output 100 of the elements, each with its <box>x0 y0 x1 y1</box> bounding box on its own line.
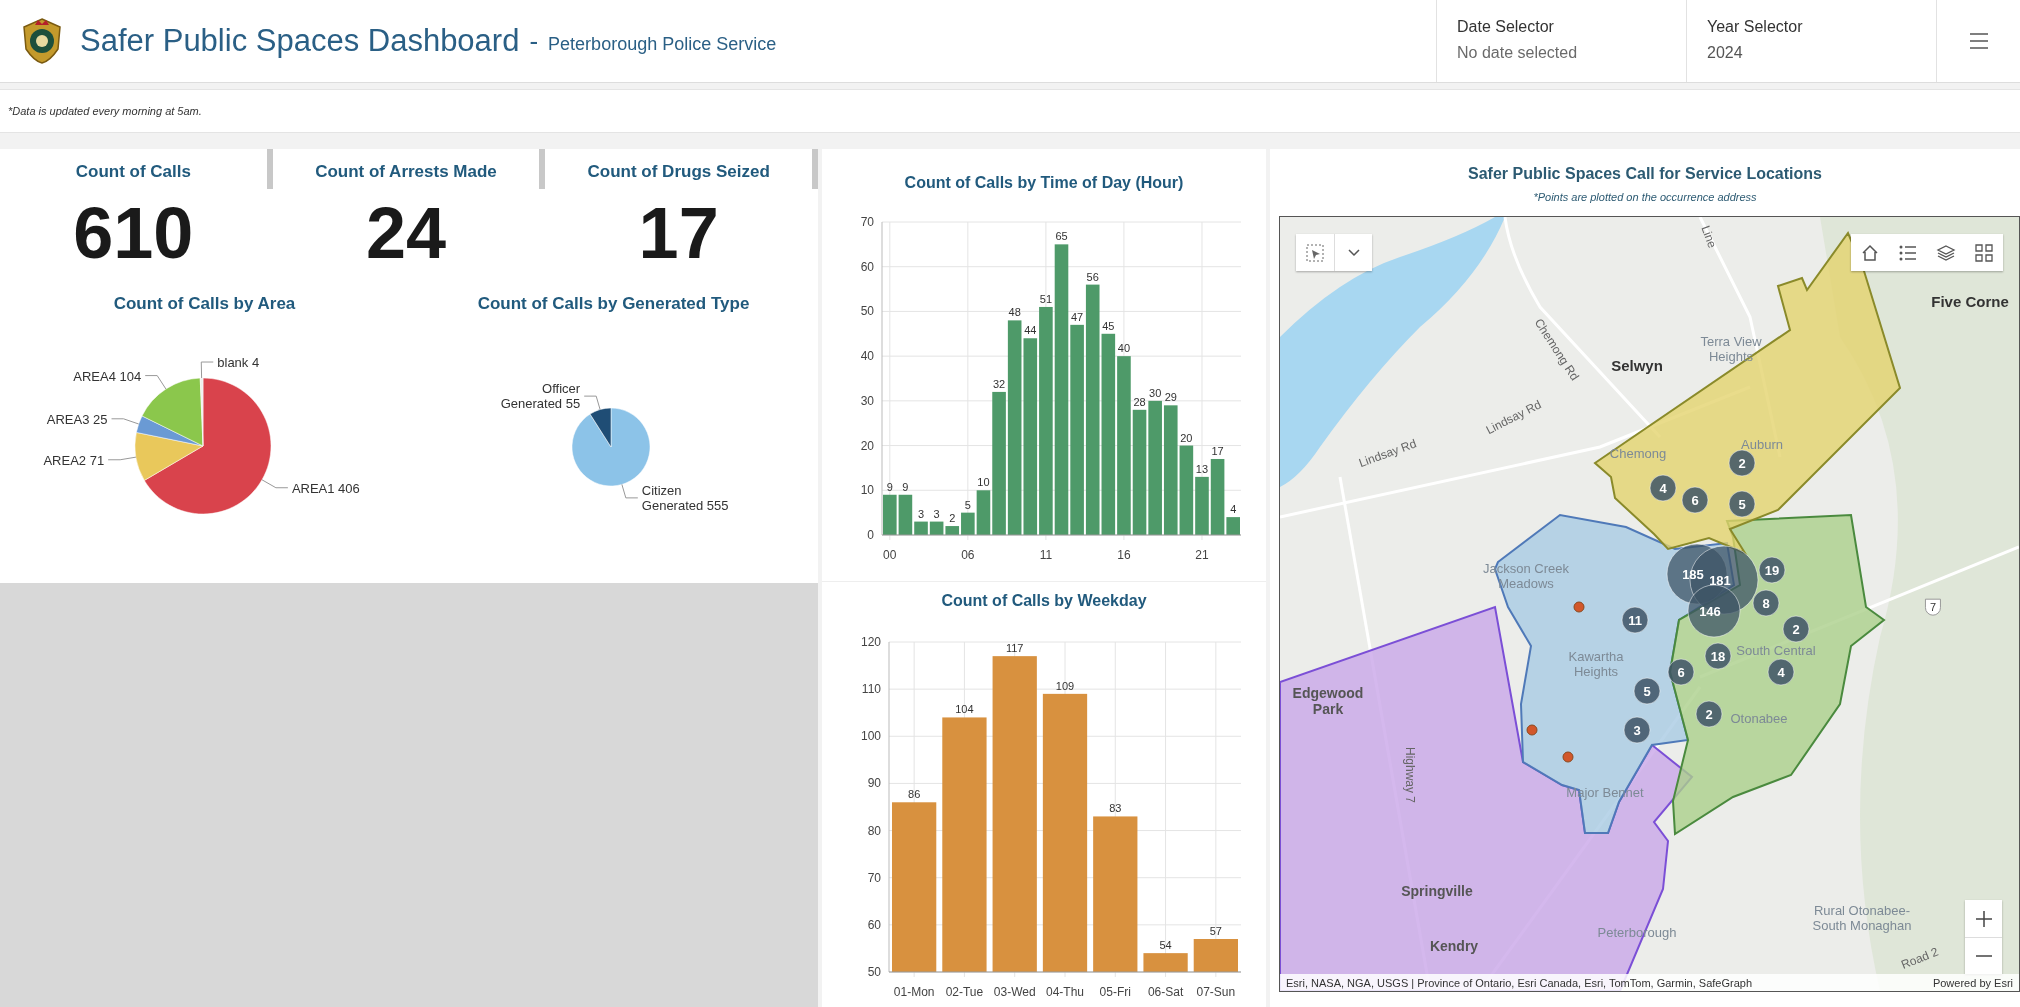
cluster-count: 5 <box>1738 497 1746 512</box>
axis-tick-label: 04-Thu <box>1046 985 1084 999</box>
bar-value-label: 109 <box>1055 679 1075 692</box>
bar-value-label: 29 <box>1164 391 1177 404</box>
slice-label: AREA4 104 <box>73 368 142 384</box>
cluster-marker <box>1695 700 1723 728</box>
bar-value-label: 28 <box>1133 395 1146 408</box>
leader-line <box>583 395 601 411</box>
cluster-marker <box>1681 486 1709 514</box>
axis-tick-label: 16 <box>1117 548 1131 562</box>
axis-tick-label: 06 <box>961 548 975 562</box>
cluster-count: 2 <box>1792 622 1800 637</box>
axis-tick-label: 70 <box>860 215 874 229</box>
axis-tick-label: 0 <box>867 528 874 542</box>
map-label: Terra View Heights <box>1699 335 1763 365</box>
map-attribution: Esri, NASA, NGA, USGS | Province of Ontario, Esri Canada, Esri, TomTom, Garmin, SafeGraph <box>1286 976 1753 989</box>
axis-tick-label: 110 <box>861 682 881 697</box>
slice-label: AREA1 406 <box>291 480 360 496</box>
map-subtitle: *Points are plotted on the occurrence address <box>1533 191 1757 203</box>
slice-label: Officer Generated 55 <box>499 381 581 412</box>
axis-tick-label: 120 <box>860 635 881 649</box>
bar <box>1193 939 1238 972</box>
cluster-marker <box>1649 474 1677 502</box>
crest-logo <box>20 17 64 65</box>
cluster-count: 8 <box>1762 596 1770 611</box>
map-label: Selwyn <box>1611 357 1663 375</box>
title-separator: - <box>529 25 539 57</box>
leader-line <box>621 483 639 499</box>
zoom-in-icon[interactable] <box>1965 900 2002 937</box>
map-label: Kawartha Heights <box>1567 650 1625 680</box>
cluster-count: 4 <box>1659 481 1667 496</box>
cluster-count: 4 <box>1777 665 1785 680</box>
bar-value-label: 2 <box>949 512 956 525</box>
slice-label: AREA2 71 <box>43 452 105 468</box>
powered-by-link[interactable]: Powered by Esri <box>1932 976 2013 989</box>
cluster-marker <box>1623 716 1651 744</box>
map-label: Springville <box>1401 882 1473 900</box>
selector-placeholder[interactable]: No date selected <box>1457 44 1686 62</box>
cluster-marker <box>1728 490 1756 518</box>
slice-label: Citizen Generated 555 <box>641 482 730 513</box>
zoom-out-icon[interactable] <box>1965 937 2002 974</box>
cluster-count: 2 <box>1738 456 1746 471</box>
cluster-count: 6 <box>1691 493 1699 508</box>
menu-icon[interactable] <box>1968 32 1989 50</box>
axis-tick-label: 10 <box>860 483 874 498</box>
cluster-count: 146 <box>1699 604 1721 619</box>
axis-tick-label: 20 <box>860 438 874 453</box>
dashboard-title: Safer Public Spaces Dashboard <box>80 23 520 59</box>
bar-value-label: 3 <box>933 507 940 520</box>
map-label: Highway 7 <box>1402 747 1416 803</box>
bar-value-label: 9 <box>886 480 893 493</box>
bar-value-label: 10 <box>977 476 990 489</box>
axis-tick-label: 60 <box>860 259 874 274</box>
cluster-marker <box>1782 615 1810 643</box>
cluster-count: 181 <box>1709 573 1731 588</box>
leader-line <box>144 375 167 390</box>
axis-tick-label: 06-Sat <box>1147 985 1184 999</box>
chart-title: Count of Calls by Generated Type <box>477 294 750 314</box>
bar-value-label: 32 <box>992 377 1006 390</box>
axis-tick-label: 05-Fri <box>1099 985 1131 999</box>
axis-tick-label: 21 <box>1195 548 1209 562</box>
map-label: Road 2 <box>1899 945 1941 973</box>
select-tool-icon[interactable] <box>1296 234 1334 271</box>
bar-value-label: 117 <box>1005 642 1024 655</box>
cluster-count: 185 <box>1682 567 1704 582</box>
cluster-marker <box>1767 658 1795 686</box>
grid-icon[interactable] <box>1965 234 2003 271</box>
home-icon[interactable] <box>1851 234 1889 271</box>
cluster-count: 6 <box>1677 665 1685 680</box>
cluster-count: 18 <box>1710 649 1726 664</box>
selector-value[interactable]: 2024 <box>1707 44 1936 62</box>
axis-tick-label: 40 <box>860 349 874 364</box>
axis-tick-label: 00 <box>883 548 897 562</box>
map-label: Edgewood Park <box>1291 684 1365 718</box>
map-label: South Central <box>1736 643 1816 659</box>
dashboard-subtitle: Peterborough Police Service <box>548 33 777 55</box>
bar-value-label: 86 <box>908 788 921 801</box>
axis-tick-label: 70 <box>867 870 881 885</box>
update-notice: *Data is updated every morning at 5am. <box>8 105 202 117</box>
map-label: Otonabee <box>1730 711 1788 727</box>
axis-tick-label: 80 <box>867 823 881 838</box>
map-label: Lindsay Rd <box>1357 437 1419 471</box>
bar-value-label: 40 <box>1117 342 1131 355</box>
map-label: Rural Otonabee-South Monaghan <box>1812 904 1912 934</box>
cluster-count: 19 <box>1764 563 1780 578</box>
selector-label: Year Selector <box>1707 18 1804 36</box>
axis-tick-label: 07-Sun <box>1196 985 1236 999</box>
cluster-count: 3 <box>1633 723 1641 738</box>
bar-value-label: 47 <box>1071 310 1084 323</box>
leader-line <box>107 456 137 461</box>
map-title: Safer Public Spaces Call for Service Locations <box>1468 165 1822 183</box>
leader-line <box>261 479 289 489</box>
slice-label: AREA3 25 <box>46 411 108 427</box>
bar-value-label: 17 <box>1211 445 1224 457</box>
map-label: Line <box>1697 224 1719 250</box>
bar-value-label: 57 <box>1209 925 1222 937</box>
axis-tick-label: 30 <box>860 393 874 408</box>
indicator-value: 610 <box>73 192 194 274</box>
bar-value-label: 9 <box>902 480 909 493</box>
bar-value-label: 44 <box>1024 324 1037 337</box>
